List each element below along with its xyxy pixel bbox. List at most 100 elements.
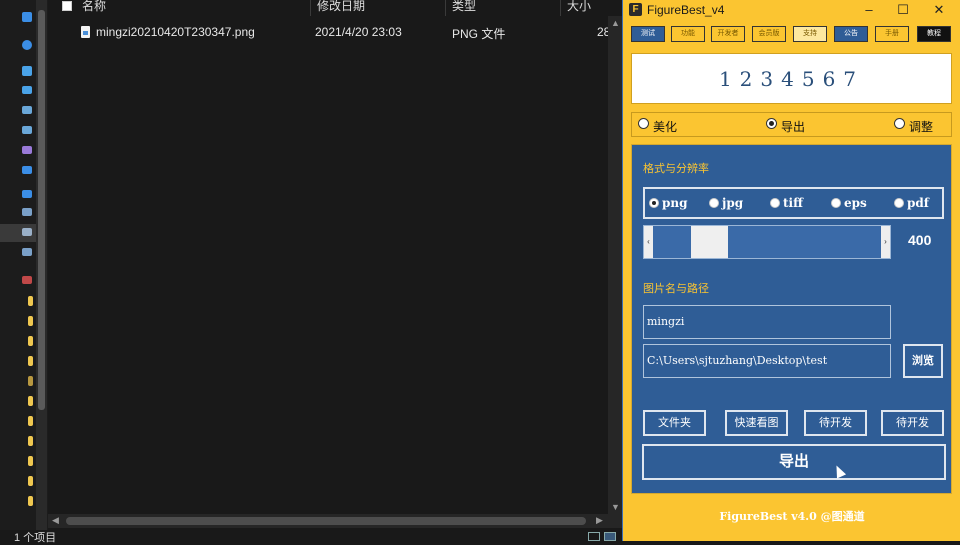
format-radio-png[interactable] bbox=[649, 198, 659, 208]
status-bar: 1 个项目 bbox=[0, 530, 622, 544]
folder-icon[interactable] bbox=[28, 456, 33, 466]
folder-icon[interactable] bbox=[28, 416, 33, 426]
format-label-pdf: pdf bbox=[907, 196, 929, 210]
drive-d-icon[interactable] bbox=[22, 228, 32, 236]
figurebest-logo-icon: F bbox=[629, 3, 642, 16]
format-radio-eps[interactable] bbox=[831, 198, 841, 208]
folder-icon[interactable] bbox=[28, 396, 33, 406]
format-radio-pdf[interactable] bbox=[894, 198, 904, 208]
mode-label-adjust: 调整 bbox=[909, 120, 934, 134]
scroll-down-arrow-icon[interactable]: ▼ bbox=[611, 502, 620, 512]
column-name[interactable]: 名称 bbox=[76, 0, 311, 16]
column-modified-label: 修改日期 bbox=[317, 0, 366, 13]
column-type[interactable]: 类型 bbox=[446, 0, 561, 16]
toolbar-manual-button[interactable]: 手册 bbox=[875, 26, 909, 42]
column-name-label: 名称 bbox=[82, 0, 107, 13]
slider-left-arrow-icon[interactable]: ‹ bbox=[644, 226, 653, 258]
path-input[interactable]: C:\Users\sjtuzhang\Desktop\test bbox=[643, 344, 891, 378]
music-folder-icon[interactable] bbox=[22, 190, 32, 198]
slider-right-arrow-icon[interactable]: › bbox=[881, 226, 890, 258]
folder-icon[interactable] bbox=[28, 476, 33, 486]
mode-radio-adjust[interactable] bbox=[894, 118, 905, 129]
folder-icon[interactable] bbox=[28, 376, 33, 386]
item-count: 1 个项目 bbox=[14, 532, 57, 544]
nav-scrollbar[interactable] bbox=[36, 0, 47, 530]
folder-icon[interactable] bbox=[28, 296, 33, 306]
select-all-checkbox[interactable] bbox=[62, 1, 72, 11]
documents-folder-icon[interactable] bbox=[22, 106, 32, 114]
file-list-horizontal-scrollbar[interactable]: ◀ ▶ bbox=[48, 514, 622, 528]
mode-label-export: 导出 bbox=[781, 120, 806, 134]
file-name: mingzi20210420T230347.png bbox=[96, 25, 255, 39]
mode-radio-beautify[interactable] bbox=[638, 118, 649, 129]
drive-c-icon[interactable] bbox=[22, 208, 32, 216]
folder-icon[interactable] bbox=[28, 436, 33, 446]
column-size-label: 大小 bbox=[567, 0, 592, 13]
toolbar-test-button[interactable]: 测试 bbox=[631, 26, 665, 42]
folder-icon[interactable] bbox=[28, 356, 33, 366]
drive-e-icon[interactable] bbox=[22, 248, 32, 256]
mode-radio-export[interactable] bbox=[766, 118, 777, 129]
scroll-left-arrow-icon[interactable]: ◀ bbox=[52, 515, 59, 526]
network-icon[interactable] bbox=[22, 276, 32, 284]
large-icons-view-icon[interactable] bbox=[604, 532, 616, 541]
onedrive-cloud-icon[interactable] bbox=[22, 40, 32, 50]
name-path-section-title: 图片名与路径 bbox=[643, 283, 709, 295]
quick-view-button[interactable]: 快速看图 bbox=[725, 410, 788, 436]
resolution-slider[interactable]: ‹ › bbox=[643, 225, 891, 259]
minimize-button[interactable]: – bbox=[857, 1, 881, 19]
format-label-tiff: tiff bbox=[783, 196, 803, 210]
toolbar-developer-button[interactable]: 开发者 bbox=[711, 26, 745, 42]
maximize-button[interactable]: ☐ bbox=[891, 1, 915, 19]
number-display: 1234567 bbox=[631, 53, 952, 104]
slider-thumb[interactable] bbox=[691, 226, 728, 258]
file-list-vertical-scrollbar[interactable]: ▲ ▼ bbox=[608, 16, 622, 514]
format-label-eps: eps bbox=[844, 196, 867, 210]
folder-icon[interactable] bbox=[28, 316, 33, 326]
file-modified: 2021/4/20 23:03 bbox=[315, 25, 402, 39]
folder-icon[interactable] bbox=[28, 336, 33, 346]
figurebest-window: F FigureBest_v4 – ☐ ✕ 测试 功能 开发者 会员版 支持 公… bbox=[622, 0, 960, 541]
mode-label-beautify: 美化 bbox=[653, 120, 678, 134]
column-header: 名称 修改日期 类型 大小 bbox=[48, 0, 622, 16]
export-panel: 格式与分辨率 png jpg tiff eps pdf ‹ › 400 图片名与… bbox=[631, 144, 952, 494]
details-view-icon[interactable] bbox=[588, 532, 600, 541]
folder-icon[interactable] bbox=[28, 496, 33, 506]
format-label-jpg: jpg bbox=[722, 196, 744, 210]
quick-access-star-icon[interactable] bbox=[22, 12, 32, 22]
nav-scrollbar-thumb[interactable] bbox=[38, 10, 45, 410]
todo-button-2[interactable]: 待开发 bbox=[881, 410, 944, 436]
format-label-png: png bbox=[662, 196, 688, 210]
column-modified[interactable]: 修改日期 bbox=[311, 0, 446, 16]
todo-button-1[interactable]: 待开发 bbox=[804, 410, 867, 436]
format-radio-tiff[interactable] bbox=[770, 198, 780, 208]
toolbar-feature-button[interactable]: 功能 bbox=[671, 26, 705, 42]
resolution-value: 400 bbox=[908, 232, 932, 248]
navigation-pane bbox=[0, 0, 48, 530]
export-button[interactable]: 导出 bbox=[642, 444, 946, 480]
pictures-folder-icon[interactable] bbox=[22, 126, 32, 134]
toolbar-member-button[interactable]: 会员版 bbox=[752, 26, 786, 42]
open-folder-button[interactable]: 文件夹 bbox=[643, 410, 706, 436]
scroll-right-arrow-icon[interactable]: ▶ bbox=[596, 515, 603, 526]
desktop-folder-icon[interactable] bbox=[22, 86, 32, 94]
format-section-title: 格式与分辨率 bbox=[643, 163, 709, 175]
this-pc-icon[interactable] bbox=[22, 66, 32, 76]
videos-folder-icon[interactable] bbox=[22, 146, 32, 154]
footer-credit: FigureBest v4.0 @图通道 bbox=[719, 510, 865, 523]
downloads-folder-icon[interactable] bbox=[22, 166, 32, 174]
close-button[interactable]: ✕ bbox=[927, 1, 951, 19]
toolbar-tutorial-button[interactable]: 教程 bbox=[917, 26, 951, 42]
filename-input[interactable]: mingzi bbox=[643, 305, 891, 339]
format-radio-jpg[interactable] bbox=[709, 198, 719, 208]
toolbar-support-button[interactable]: 支持 bbox=[793, 26, 827, 42]
file-explorer-window: 名称 修改日期 类型 大小 mingzi20210420T230347.png … bbox=[0, 0, 622, 544]
toolbar-notice-button[interactable]: 公告 bbox=[834, 26, 868, 42]
file-row[interactable]: mingzi20210420T230347.png 2021/4/20 23:0… bbox=[48, 22, 622, 42]
file-type: PNG 文件 bbox=[452, 27, 506, 41]
browse-button[interactable]: 浏览 bbox=[903, 344, 943, 378]
scroll-up-arrow-icon[interactable]: ▲ bbox=[611, 18, 620, 28]
horizontal-scrollbar-thumb[interactable] bbox=[66, 517, 586, 525]
mode-selector: 美化 导出 调整 bbox=[631, 112, 952, 137]
column-size[interactable]: 大小 bbox=[561, 0, 622, 16]
